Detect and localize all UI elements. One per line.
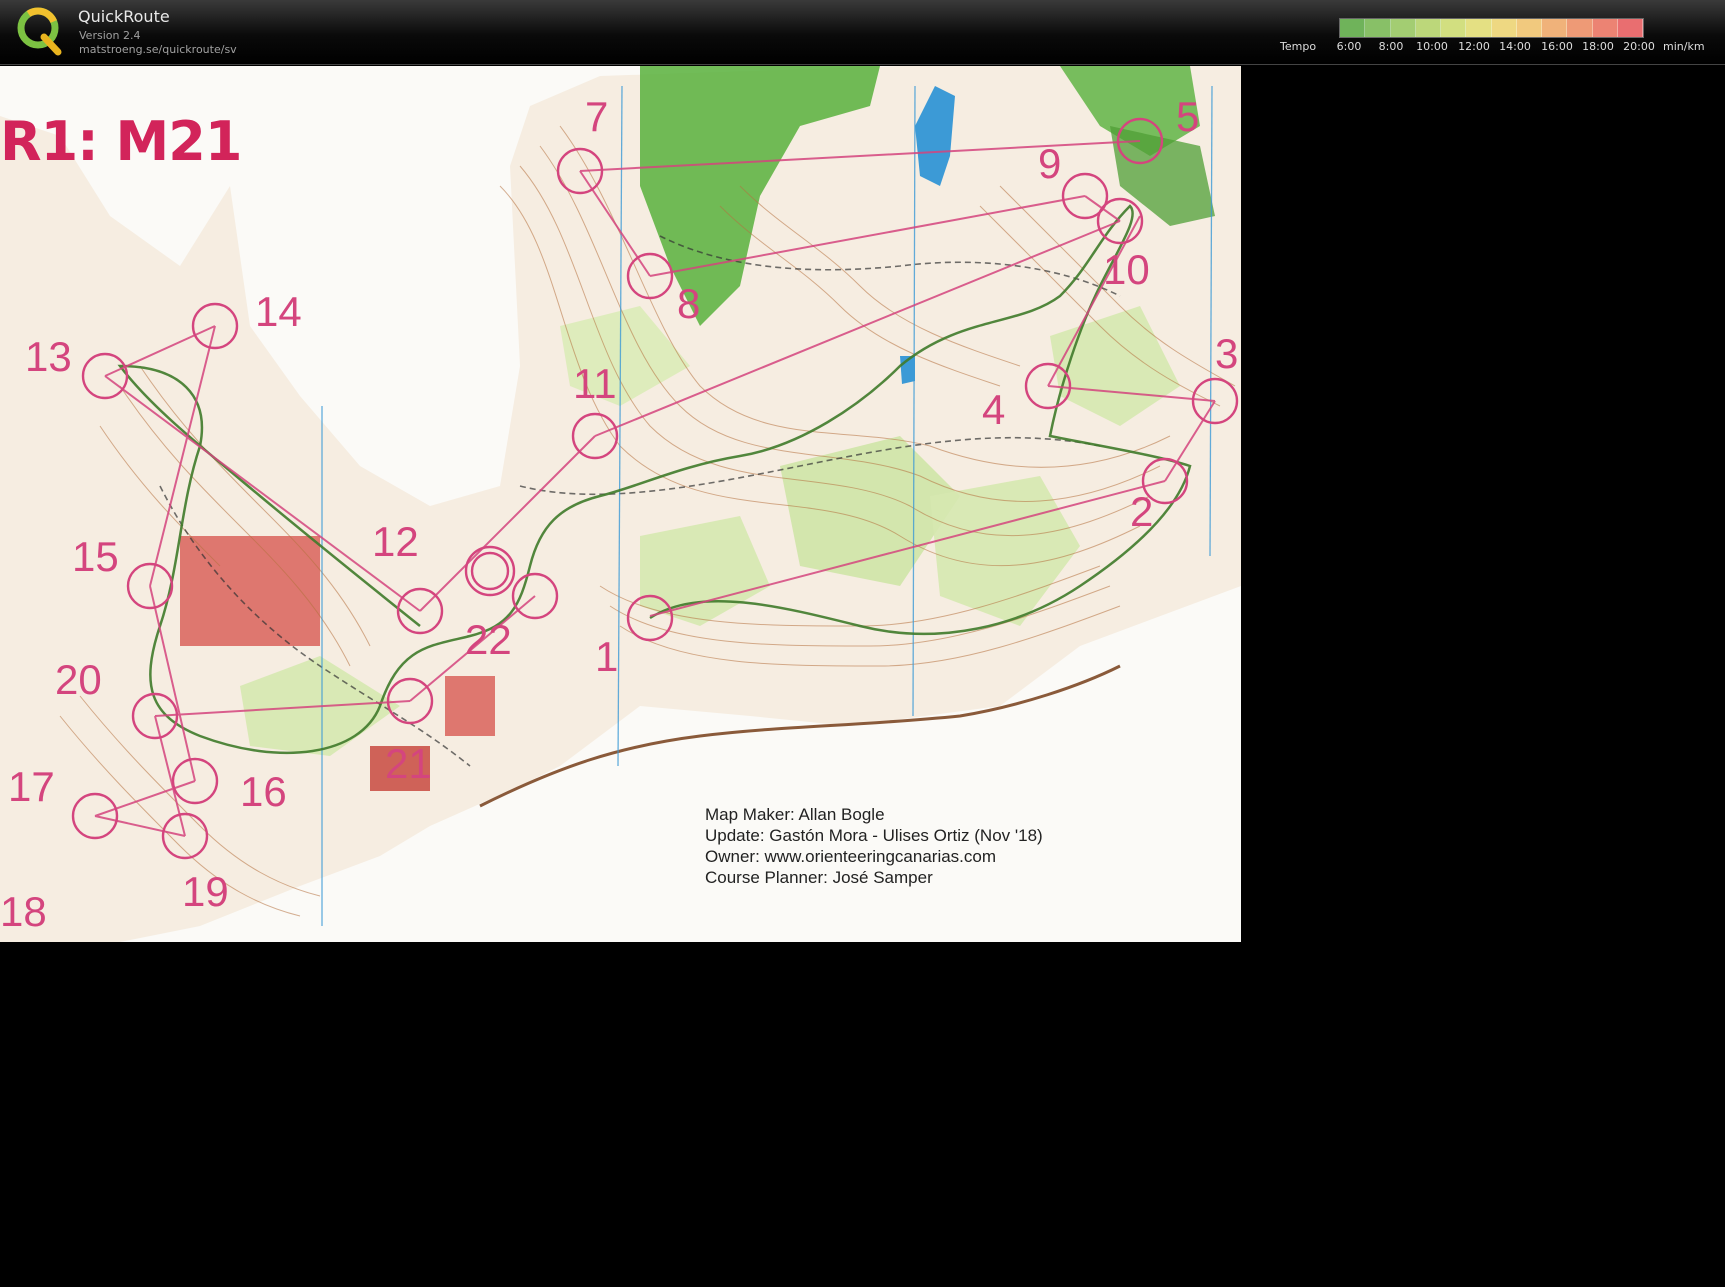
app-name: QuickRoute [78,7,170,26]
tempo-scale-segment [1365,19,1391,37]
tempo-scale-segment [1441,19,1467,37]
quickroute-logo-icon [17,7,62,56]
built-up-area [445,676,495,736]
control-number: 1 [595,633,618,680]
control-number: 8 [677,280,700,327]
tempo-scale-segment [1592,19,1618,37]
tempo-scale-segment [1466,19,1492,37]
course-title: R1: M21 [0,110,242,173]
orienteering-map-canvas[interactable]: 1 2 3 4 5 7 8 9 10 11 12 13 14 15 16 17 … [0,66,1241,942]
control-number: 15 [72,533,119,580]
tempo-tick: 8:00 [1378,40,1404,53]
control-number: 11 [573,360,617,407]
control-number: 3 [1215,330,1238,377]
built-up-area [180,536,320,646]
tempo-color-scale [1339,18,1644,38]
tempo-scale-segment [1390,19,1416,37]
control-number: 21 [385,740,432,787]
tempo-scale-segment [1491,19,1517,37]
tempo-scale-segment [1516,19,1542,37]
map-credits: Map Maker: Allan Bogle Update: Gastón Mo… [705,804,1043,888]
app-version: Version 2.4 [79,29,141,42]
tempo-tick: 10:00 [1416,40,1448,53]
control-number: 22 [465,616,512,663]
control-number: 16 [240,768,287,815]
map-owner-credit: Owner: www.orienteeringcanarias.com [705,847,997,866]
control-number: 20 [55,656,102,703]
tempo-scale-segment [1340,19,1366,37]
tempo-tick: 12:00 [1458,40,1490,53]
control-number: 5 [1176,93,1199,140]
tempo-tick: 16:00 [1541,40,1573,53]
map-update-credit: Update: Gastón Mora - Ulises Ortiz (Nov … [705,826,1043,845]
control-number: 2 [1130,488,1153,535]
map-drawing: 1 2 3 4 5 7 8 9 10 11 12 13 14 15 16 17 … [0,66,1241,942]
map-maker-credit: Map Maker: Allan Bogle [705,805,885,824]
tempo-scale-segment [1542,19,1568,37]
course-planner-credit: Course Planner: José Samper [705,868,933,887]
tempo-scale-segment [1617,19,1643,37]
tempo-unit: min/km [1663,40,1705,53]
control-number: 9 [1038,140,1061,187]
control-number: 19 [182,868,229,915]
tempo-tick: 6:00 [1336,40,1362,53]
control-number: 12 [372,518,419,565]
control-number: 14 [255,288,302,335]
tempo-tick: 20:00 [1623,40,1655,53]
control-number: 10 [1103,246,1150,293]
tempo-scale-segment [1567,19,1593,37]
tempo-scale-segment [1415,19,1441,37]
app-url[interactable]: matstroeng.se/quickroute/sv [79,43,237,56]
title-bar: QuickRoute Version 2.4 matstroeng.se/qui… [0,0,1725,65]
tempo-tick: 14:00 [1499,40,1531,53]
tempo-tick: 18:00 [1582,40,1614,53]
control-number: 13 [25,333,72,380]
control-number: 17 [8,763,55,810]
control-number: 18 [0,888,47,935]
tempo-label: Tempo [1280,40,1317,53]
control-number: 7 [585,93,608,140]
control-number: 4 [982,386,1005,433]
